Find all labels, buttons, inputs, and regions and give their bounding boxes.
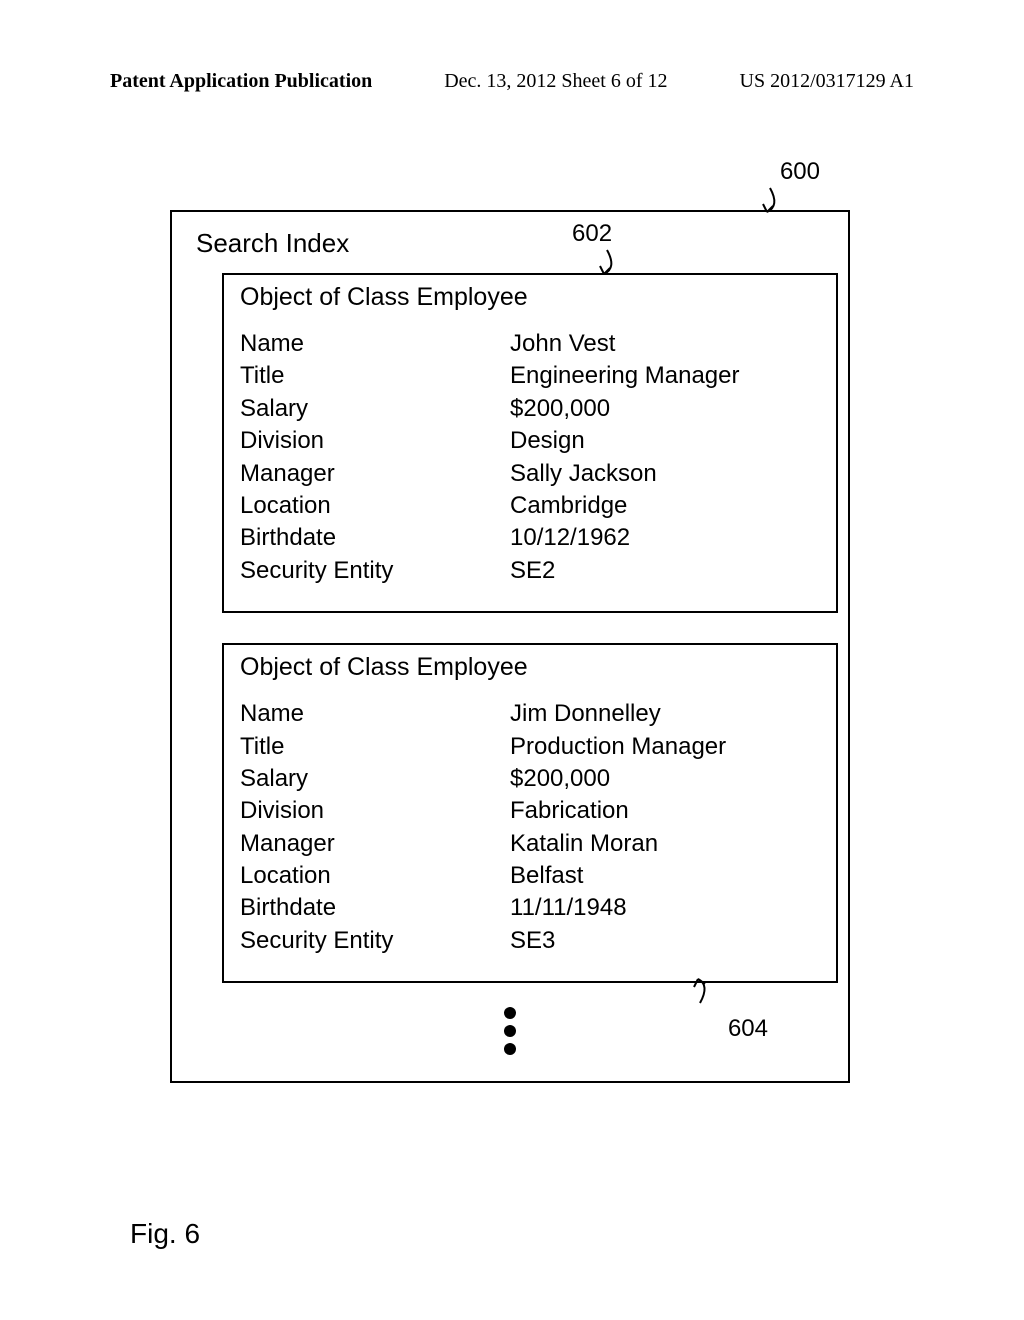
employee-1-class-title: Object of Class Employee xyxy=(240,283,820,312)
table-row: ManagerSally Jackson xyxy=(240,458,820,490)
field-val: Jim Donnelley xyxy=(510,698,820,730)
table-row: TitleEngineering Manager xyxy=(240,360,820,392)
lead-line-604-icon xyxy=(698,977,738,1007)
field-val: Engineering Manager xyxy=(510,360,820,392)
field-key: Title xyxy=(240,731,510,763)
header-left: Patent Application Publication xyxy=(110,70,372,93)
search-index-title: Search Index xyxy=(196,228,828,259)
table-row: Security EntitySE2 xyxy=(240,555,820,587)
field-key: Title xyxy=(240,360,510,392)
employee-2-class-title: Object of Class Employee xyxy=(240,653,820,682)
table-row: TitleProduction Manager xyxy=(240,731,820,763)
field-key: Division xyxy=(240,425,510,457)
field-key: Location xyxy=(240,490,510,522)
page-header: Patent Application Publication Dec. 13, … xyxy=(0,70,1024,93)
table-row: NameJim Donnelley xyxy=(240,698,820,730)
header-center: Dec. 13, 2012 Sheet 6 of 12 xyxy=(444,70,667,93)
employee-object-2: Object of Class Employee NameJim Donnell… xyxy=(222,643,838,983)
table-row: LocationCambridge xyxy=(240,490,820,522)
diagram-area: 600 Search Index 602 Object of Class Emp… xyxy=(170,180,850,1083)
field-val: Cambridge xyxy=(510,490,820,522)
header-right: US 2012/0317129 A1 xyxy=(740,70,914,93)
table-row: ManagerKatalin Moran xyxy=(240,828,820,860)
field-val: 11/11/1948 xyxy=(510,892,820,924)
field-val: SE3 xyxy=(510,925,820,957)
table-row: LocationBelfast xyxy=(240,860,820,892)
table-row: NameJohn Vest xyxy=(240,328,820,360)
field-val: SE2 xyxy=(510,555,820,587)
field-val: Belfast xyxy=(510,860,820,892)
field-val: Design xyxy=(510,425,820,457)
field-key: Salary xyxy=(240,393,510,425)
table-row: DivisionFabrication xyxy=(240,795,820,827)
table-row: Birthdate10/12/1962 xyxy=(240,522,820,554)
field-val: Production Manager xyxy=(510,731,820,763)
table-row: Birthdate11/11/1948 xyxy=(240,892,820,924)
field-key: Location xyxy=(240,860,510,892)
ref-label-604: 604 xyxy=(728,1015,768,1043)
field-key: Security Entity xyxy=(240,925,510,957)
field-val: Katalin Moran xyxy=(510,828,820,860)
field-key: Name xyxy=(240,698,510,730)
figure-label: Fig. 6 xyxy=(130,1218,200,1250)
field-val: John Vest xyxy=(510,328,820,360)
table-row: Salary$200,000 xyxy=(240,393,820,425)
search-index-box: Search Index 602 Object of Class Employe… xyxy=(170,210,850,1083)
lead-line-602-icon xyxy=(602,248,642,278)
table-row: Salary$200,000 xyxy=(240,763,820,795)
ref-label-602: 602 xyxy=(572,220,612,248)
employee-object-1: Object of Class Employee NameJohn Vest T… xyxy=(222,273,838,613)
field-key: Security Entity xyxy=(240,555,510,587)
field-key: Birthdate xyxy=(240,522,510,554)
field-key: Manager xyxy=(240,458,510,490)
field-key: Salary xyxy=(240,763,510,795)
field-key: Manager xyxy=(240,828,510,860)
field-val: Sally Jackson xyxy=(510,458,820,490)
table-row: Security EntitySE3 xyxy=(240,925,820,957)
field-val: $200,000 xyxy=(510,763,820,795)
field-key: Name xyxy=(240,328,510,360)
field-val: 10/12/1962 xyxy=(510,522,820,554)
field-val: Fabrication xyxy=(510,795,820,827)
ref-label-600: 600 xyxy=(780,158,820,186)
field-key: Division xyxy=(240,795,510,827)
page: Patent Application Publication Dec. 13, … xyxy=(0,0,1024,1320)
table-row: DivisionDesign xyxy=(240,425,820,457)
field-key: Birthdate xyxy=(240,892,510,924)
field-val: $200,000 xyxy=(510,393,820,425)
